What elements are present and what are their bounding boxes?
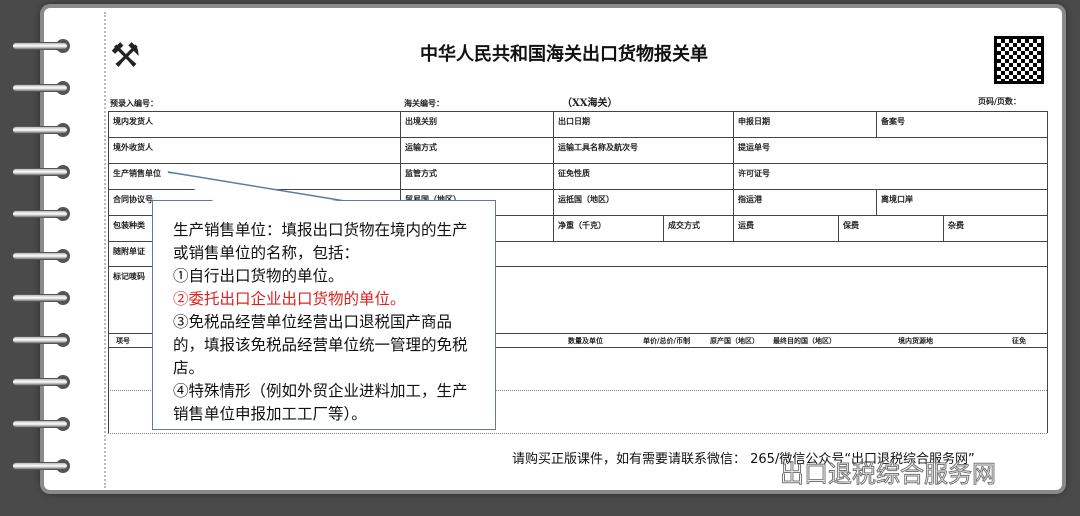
callout-box: 生产销售单位：填报出口货物在境内的生产或销售单位的名称，包括： ①自行出口货物的… <box>152 200 496 430</box>
callout-item-1: ①自行出口货物的单位。 <box>173 267 344 285</box>
callout-intro: 生产销售单位：填报出口货物在境内的生产或销售单位的名称，包括： <box>173 221 468 262</box>
callout-item-3: ③免税品经营单位经营出口退税国产商品的，填报该免税品经营单位统一管理的免税店。 <box>173 313 468 377</box>
callout-item-4: ④特殊情形（例如外贸企业进料加工，生产销售单位申报加工工厂等）。 <box>173 382 468 423</box>
callout-item-2: ②委托出口企业出口货物的单位。 <box>173 290 406 308</box>
watermark: 出口退税综合服务网 <box>780 460 997 489</box>
